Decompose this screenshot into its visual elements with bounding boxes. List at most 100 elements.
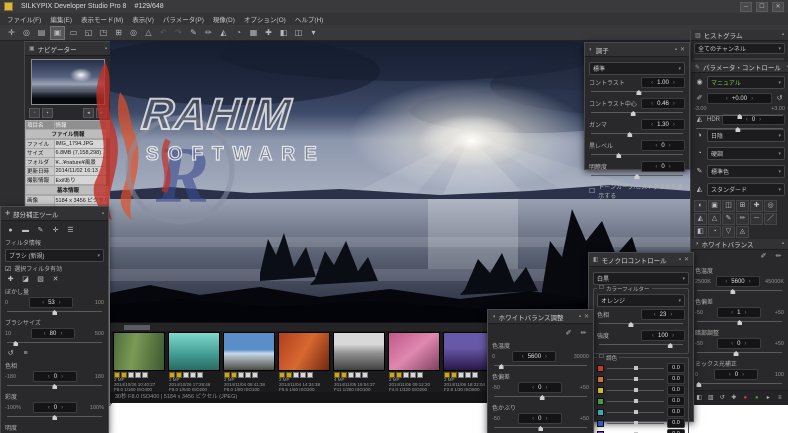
rotate-icon[interactable]: ◐ (694, 200, 707, 212)
gray-point-picker-icon[interactable]: ✐ (758, 252, 769, 262)
mono-pin-icon[interactable]: ▪ (679, 257, 681, 263)
line-icon[interactable]: ─ (750, 213, 763, 225)
slant-icon[interactable]: ／ (764, 213, 777, 225)
accept-mark-icon[interactable]: ● (753, 393, 762, 403)
wb-collapse-icon[interactable]: ▪ (782, 241, 784, 247)
navigator-thumbnail[interactable] (31, 59, 105, 105)
white-balance-preset-dropdown[interactable]: 日陰 (707, 129, 785, 142)
wb-adjust-pin-icon[interactable]: ▪ (579, 314, 581, 320)
mono-close-icon[interactable]: ✕ (684, 256, 689, 263)
zoom-tool-icon[interactable]: ◎ (20, 27, 33, 39)
reject-mark-icon[interactable]: ● (741, 393, 750, 403)
表示モード(M)[interactable]: 表示モード(M) (81, 14, 123, 24)
menu-icon[interactable]: ≡ (776, 393, 785, 403)
thumbnail-image[interactable] (388, 332, 440, 371)
パラメータ(P)[interactable]: パラメータ(P) (163, 14, 204, 24)
keystone-icon[interactable]: △ (708, 213, 721, 225)
rotate-tool-icon[interactable]: ◭ (217, 27, 230, 39)
redeye-icon[interactable]: ◎ (764, 200, 777, 212)
skin-color-picker-icon[interactable]: ✏ (773, 252, 784, 262)
toning-checkbox[interactable]: ☐ (599, 354, 604, 362)
reset-partial-icon[interactable]: ↺ (5, 349, 16, 359)
tone-preset-dropdown[interactable]: 硬調 (707, 147, 785, 160)
redo-icon[interactable]: ↷ (172, 27, 185, 39)
表示(V)[interactable]: 表示(V) (132, 14, 154, 24)
tone-preset-dropdown[interactable]: 標準 (589, 62, 685, 75)
thumbnail-image[interactable] (278, 332, 330, 371)
copy-params-icon[interactable]: ◧ (695, 393, 704, 403)
histogram-channel-dropdown[interactable]: 全てのチャンネル (694, 43, 785, 54)
loupe-icon[interactable]: ◎ (127, 27, 140, 39)
ヘルプ(H)[interactable]: ヘルプ(H) (295, 14, 324, 24)
nav-mode-2-button[interactable]: ▪ (42, 107, 53, 118)
thumbnail-image[interactable] (333, 332, 385, 371)
multi-view-icon[interactable]: ⊞ (112, 27, 125, 39)
scrollbar-handle[interactable] (124, 325, 150, 330)
color-preset-dropdown[interactable]: 標準色 (707, 165, 785, 178)
ファイル(F)[interactable]: ファイル(F) (7, 14, 41, 24)
move-filter-icon[interactable]: ✛ (50, 226, 61, 236)
funnel-icon[interactable]: ▽ (722, 226, 735, 238)
filter-color-dropdown[interactable]: オレンジ (597, 294, 685, 307)
tone-tool-icon[interactable]: ◔ (232, 27, 245, 39)
minimize-button[interactable]: ─ (740, 1, 752, 12)
exposure-picker-icon[interactable]: ✐ (694, 94, 705, 104)
exposure-reset-icon[interactable]: ↺ (774, 94, 785, 104)
curve-icon[interactable]: ◔ (708, 226, 721, 238)
thumbnail-item[interactable]: 2 MP 2014/10/26 17:28:46 F9.0 1/640 ISO2… (167, 331, 221, 392)
tone-pin-icon[interactable]: ▪ (675, 47, 677, 53)
eraser-icon[interactable]: ◪ (20, 275, 31, 285)
perspective-icon[interactable]: ⊞ (736, 200, 749, 212)
crop-tool-icon[interactable]: ◱ (82, 27, 95, 39)
flip-icon[interactable]: ◫ (722, 200, 735, 212)
mask-display-icon[interactable]: ▧ (35, 275, 46, 285)
thumbnail-image[interactable] (223, 332, 275, 371)
fit-screen-icon[interactable]: ▭ (67, 27, 80, 39)
現像(D)[interactable]: 現像(D) (213, 14, 235, 24)
maximize-button[interactable]: ☐ (756, 1, 768, 12)
pan-tool-icon[interactable]: ✛ (5, 27, 18, 39)
add-brush-icon[interactable]: ✚ (5, 275, 16, 285)
color-filter-checkbox[interactable]: ☐ (599, 285, 604, 293)
highlight-warning-icon[interactable]: △ (142, 27, 155, 39)
prism-icon[interactable]: ◬ (736, 226, 749, 238)
tone-curve-checkbox[interactable]: ☐ トーンカーブ/ヒストグラムを表示する (589, 182, 685, 200)
wbadj-gray-picker-icon[interactable]: ✐ (563, 329, 574, 339)
thumbnail-image[interactable] (113, 332, 165, 371)
preview-mode-icon[interactable]: ▣ (50, 25, 65, 40)
next-icon[interactable]: ▸ (764, 393, 773, 403)
taste-dropdown[interactable]: マニュアル (707, 76, 785, 89)
grid-icon[interactable]: ▦ (247, 27, 260, 39)
pencil-icon[interactable]: ✏ (736, 213, 749, 225)
tone-close-icon[interactable]: ✕ (680, 46, 685, 53)
spotting-icon[interactable]: ✚ (750, 200, 763, 212)
gradation-icon[interactable]: ◧ (694, 226, 707, 238)
fullscreen-icon[interactable]: ◳ (97, 27, 110, 39)
partial-pin-icon[interactable]: ▪ (102, 211, 104, 217)
spotting-tool-icon[interactable]: ✏ (202, 27, 215, 39)
thumbnail-item[interactable]: 2 MP 2014/11/04 08:41:38 F8.0 1/80 ISO10… (222, 331, 276, 392)
thumbnail-item[interactable]: 2 MP 2014/11/06 09:12:20 F4.0 1/320 ISO2… (387, 331, 441, 392)
mono-mode-dropdown[interactable]: 白黒 (593, 272, 689, 285)
paste-params-icon[interactable]: ▥ (707, 393, 716, 403)
gradient-filter-icon[interactable]: ▬ (20, 226, 31, 236)
nav-next-button[interactable]: ▸ (96, 107, 107, 118)
close-button[interactable]: ✕ (772, 1, 784, 12)
thumbnail-item[interactable]: 2 MP 2014/10/26 10:40:27 F8.0 1/160 ISO4… (112, 331, 166, 392)
add-taste-icon[interactable]: ✚ (730, 393, 739, 403)
nav-mode-1-button[interactable]: ▫ (29, 107, 40, 118)
thumbnail-image[interactable] (168, 332, 220, 371)
histogram-collapse-icon[interactable]: ▪ (782, 32, 784, 38)
exposure-value[interactable]: +0.00 (707, 93, 772, 104)
wbadj-skin-picker-icon[interactable]: ✏ (578, 329, 589, 339)
navigator-collapse-icon[interactable]: ▪ (105, 46, 107, 52)
filter-list-icon[interactable]: ☰ (65, 226, 76, 236)
compare-icon[interactable]: ◧ (277, 27, 290, 39)
brush-filter-icon[interactable]: ✎ (35, 226, 46, 236)
selected-filter-checkbox[interactable]: ☑ 選択フィルタ有効 (5, 264, 104, 274)
thumbnail-item[interactable]: 4 MP 2014/11/05 16:04:37 F11 1/250 ISO10… (332, 331, 386, 392)
thumbnail-mode-icon[interactable]: ▤ (35, 27, 48, 39)
partial-correction-icon[interactable]: ✚ (262, 27, 275, 39)
sharpness-preset-dropdown[interactable]: スタンダード (707, 183, 785, 196)
before-after-icon[interactable]: ◫ (292, 27, 305, 39)
